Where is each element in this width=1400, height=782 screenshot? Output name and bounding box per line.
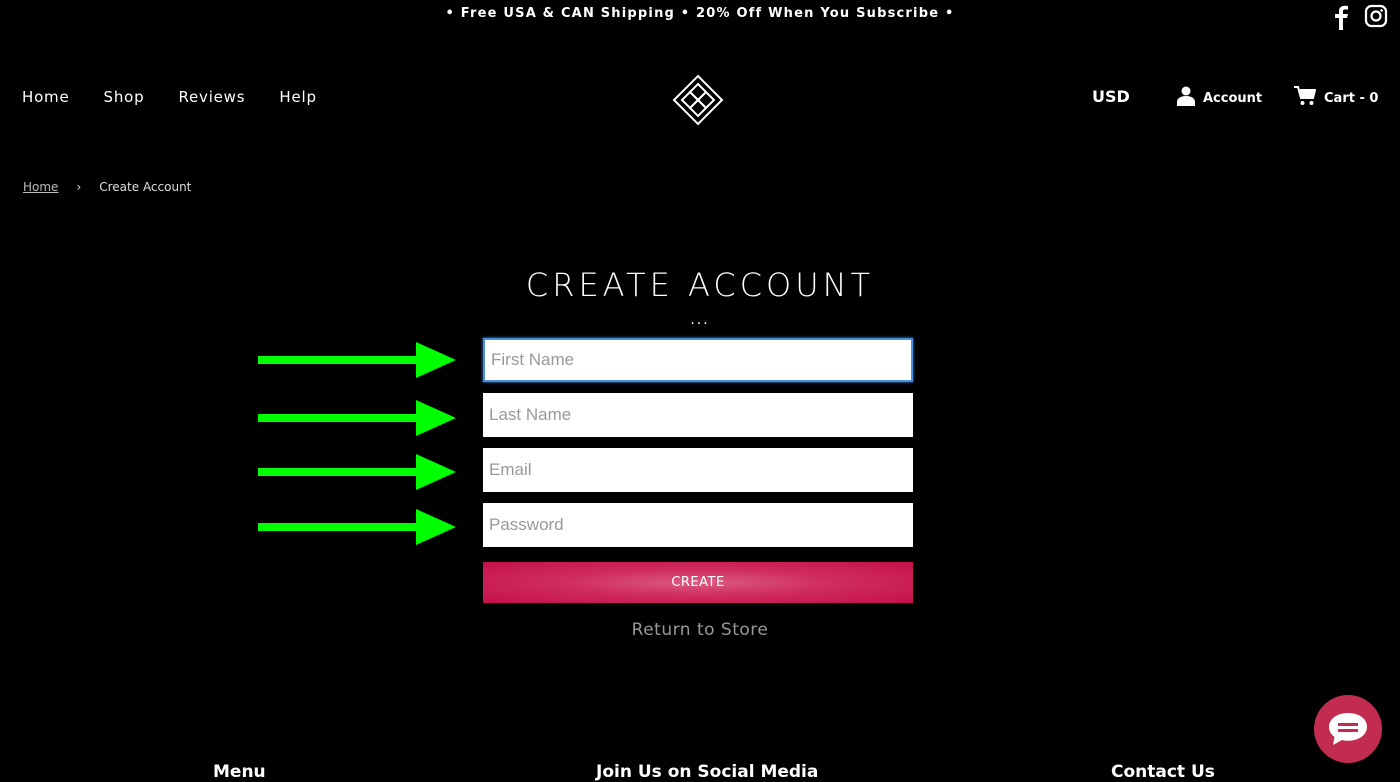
instagram-icon[interactable] [1364,4,1388,28]
logo[interactable] [672,74,724,126]
cart-link[interactable]: Cart - 0 [1294,86,1378,110]
main-nav: Home Shop Reviews Help [22,88,317,106]
arrow-right-icon [258,342,456,378]
breadcrumb-current: Create Account [99,180,192,194]
create-button[interactable]: CREATE [483,562,913,603]
return-to-store-link[interactable]: Return to Store [0,620,1400,640]
breadcrumb-home[interactable]: Home [23,180,58,194]
arrow-right-icon [258,400,456,436]
page-title: CREATE ACCOUNT [525,266,875,304]
arrow-right-icon [258,454,456,490]
nav-item-shop[interactable]: Shop [104,88,145,106]
nav-item-home[interactable]: Home [22,88,70,106]
chat-bubble-icon [1329,713,1367,745]
social-links [1330,4,1388,31]
last-name-field[interactable] [483,393,913,437]
user-icon [1177,86,1195,110]
cart-icon [1294,86,1317,110]
cart-label: Cart - 0 [1324,90,1379,106]
title-dots: ... [690,312,710,328]
email-field[interactable] [483,448,913,492]
footer-contact-heading: Contact Us [1111,762,1215,782]
arrow-right-icon [258,509,456,545]
footer-menu-heading: Menu [213,762,266,782]
facebook-icon[interactable] [1330,4,1352,31]
account-label: Account [1203,90,1263,106]
announcement-bar: • Free USA & CAN Shipping • 20% Off When… [445,6,955,21]
password-field[interactable] [483,503,913,547]
nav-item-help[interactable]: Help [279,88,316,106]
breadcrumb-separator: › [76,180,82,194]
first-name-field[interactable] [483,338,913,382]
nav-item-reviews[interactable]: Reviews [178,88,245,106]
breadcrumb: Home › Create Account [23,180,191,194]
page: • Free USA & CAN Shipping • 20% Off When… [0,0,1400,782]
chat-button[interactable] [1314,695,1382,763]
footer-social-heading: Join Us on Social Media [596,762,819,782]
account-link[interactable]: Account [1177,86,1262,110]
currency-selector[interactable]: USD [1092,87,1130,106]
